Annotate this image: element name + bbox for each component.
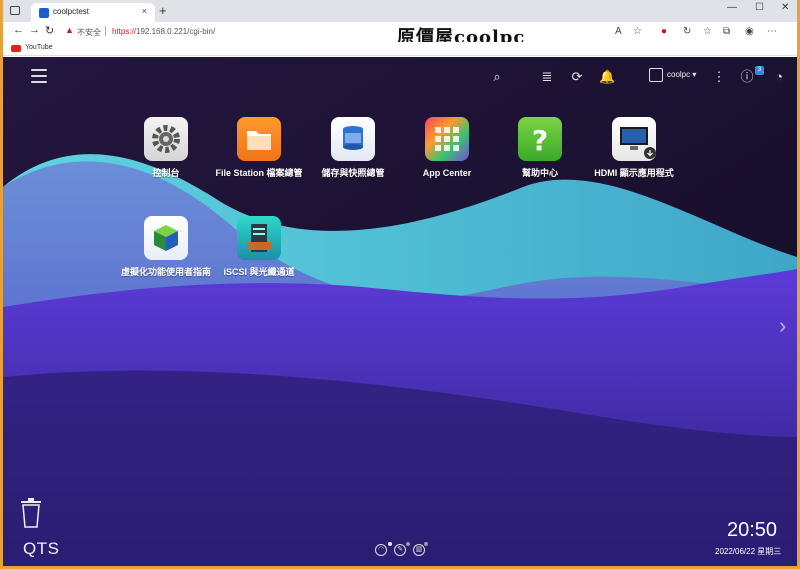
qnap-favicon-icon <box>39 8 49 18</box>
browser-window: coolpctest × + — ☐ ✕ ← → ↻ ▲ 不安全 https:/… <box>3 0 797 566</box>
clock-date: 2022/06/22 星期三 <box>715 547 782 556</box>
user-menu[interactable]: coolpc ▾ <box>649 68 696 82</box>
hdmi-monitor-icon <box>612 117 656 161</box>
forward-icon[interactable]: → <box>29 24 40 36</box>
notification-badge: 3 <box>755 66 764 75</box>
app-help-center[interactable]: ? 幫助中心 <box>494 117 586 179</box>
tab-strip: coolpctest × + — ☐ ✕ <box>3 0 797 22</box>
app-control-panel[interactable]: 控制台 <box>120 117 212 179</box>
app-file-station[interactable]: File Station 檔案總管 <box>213 117 305 179</box>
more-options-icon[interactable]: ⋮ <box>711 69 727 85</box>
main-menu-icon[interactable] <box>31 69 47 85</box>
gear-icon <box>144 117 188 161</box>
virtualization-cube-icon <box>144 216 188 260</box>
maximize-button[interactable]: ☐ <box>755 2 764 13</box>
address-bar[interactable]: ▲ 不安全 https://192.168.0.221/cgi-bin/ 原價屋… <box>57 24 647 48</box>
search-icon[interactable]: ⌕ <box>489 69 505 85</box>
storage-icon <box>331 117 375 161</box>
recycle-bin-icon[interactable] <box>19 497 43 529</box>
window-frame: coolpctest × + — ☐ ✕ ← → ↻ ▲ 不安全 https:/… <box>0 0 800 569</box>
navigation-bar: ← → ↻ ▲ 不安全 https://192.168.0.221/cgi-bi… <box>3 22 797 48</box>
new-tab-button[interactable]: + <box>159 3 167 18</box>
bookmarks-bar: YouTube <box>3 42 797 56</box>
background-tasks-icon[interactable]: ≣ <box>539 69 555 85</box>
extension-icon[interactable]: ● <box>661 26 667 37</box>
tab-coolpctest[interactable]: coolpctest × <box>31 3 155 22</box>
minimize-button[interactable]: — <box>727 2 737 13</box>
read-aloud-icon[interactable]: A <box>615 26 622 37</box>
url-path: 192.168.0.221/cgi-bin/ <box>136 27 216 36</box>
app-label: App Center <box>422 168 472 178</box>
window-menu-icon[interactable] <box>10 6 20 15</box>
app-label: 幫助中心 <box>521 168 558 178</box>
user-avatar-icon <box>649 68 663 82</box>
url-text[interactable]: https://192.168.0.221/cgi-bin/ <box>112 27 215 36</box>
not-secure-label: 不安全 <box>77 28 101 37</box>
app-label: File Station 檔案總管 <box>215 168 303 178</box>
info-icon[interactable]: ⓘ <box>739 69 755 85</box>
app-label: HDMI 顯示應用程式 <box>594 168 674 178</box>
dashboard-gauge-icon[interactable]: ◔ <box>771 69 787 85</box>
iscsi-server-icon <box>237 216 281 260</box>
page-dot-1[interactable] <box>388 542 392 546</box>
refresh-icon[interactable]: ↻ <box>45 24 54 37</box>
app-hdmi-display[interactable]: HDMI 顯示應用程式 <box>588 117 680 179</box>
app-app-center[interactable]: App Center <box>401 117 493 179</box>
tab-title: coolpctest <box>53 7 90 16</box>
warning-icon: ▲ <box>65 25 74 35</box>
folder-icon <box>237 117 281 161</box>
app-storage-snapshots[interactable]: 儲存與快照總管 <box>307 117 399 179</box>
extension2-icon[interactable]: ↻ <box>683 26 691 37</box>
address-divider <box>105 26 106 36</box>
youtube-icon <box>11 45 21 52</box>
app-label: 虛擬化功能使用者指南 <box>120 267 211 277</box>
profile-icon[interactable]: ◉ <box>745 26 754 37</box>
favorites-bar-icon[interactable]: ☆ <box>703 26 712 37</box>
qts-topbar: ⌕ ≣ ⟳ 🔔 coolpc ▾ ⋮ ⓘ 3 ◔ <box>3 57 797 97</box>
app-label: 儲存與快照總管 <box>321 168 385 178</box>
username: coolpc ▾ <box>667 70 697 80</box>
svg-text:?: ? <box>532 124 548 157</box>
sync-icon[interactable]: ⟳ <box>569 69 585 85</box>
clock-time: 20:50 <box>727 519 778 541</box>
tab-close-icon[interactable]: × <box>142 6 147 16</box>
more-menu-icon[interactable]: ⋯ <box>767 26 777 37</box>
next-page-arrow-icon[interactable]: › <box>779 313 786 339</box>
app-iscsi-fibre[interactable]: iSCSI 與光纖通道 <box>213 216 305 278</box>
dock-overview-icon[interactable]: ◠ <box>375 544 387 556</box>
app-label: 控制台 <box>152 168 180 178</box>
dock-tools-icon[interactable]: ✎ <box>394 544 406 556</box>
qts-desktop: ⌕ ≣ ⟳ 🔔 coolpc ▾ ⋮ ⓘ 3 ◔ 控制台 File Statio… <box>3 57 797 566</box>
notification-bell-icon[interactable]: 🔔 <box>599 69 615 85</box>
bookmark-youtube[interactable]: YouTube <box>25 44 53 51</box>
qts-logo: QTS <box>23 539 60 558</box>
app-center-grid-icon <box>425 117 469 161</box>
page-dot-2[interactable] <box>406 542 410 546</box>
favorite-icon[interactable]: ☆ <box>633 26 642 37</box>
app-label: iSCSI 與光纖通道 <box>223 267 295 277</box>
dock-windows-icon[interactable]: ▥ <box>413 544 425 556</box>
close-window-button[interactable]: ✕ <box>781 2 789 13</box>
help-question-icon: ? <box>518 117 562 161</box>
app-virtualization-guide[interactable]: 虛擬化功能使用者指南 <box>120 216 212 278</box>
page-indicator <box>381 533 435 551</box>
back-icon[interactable]: ← <box>13 24 24 36</box>
url-protocol: https:// <box>112 27 137 36</box>
page-dot-3[interactable] <box>424 542 428 546</box>
collections-icon[interactable]: ⧉ <box>723 26 730 37</box>
